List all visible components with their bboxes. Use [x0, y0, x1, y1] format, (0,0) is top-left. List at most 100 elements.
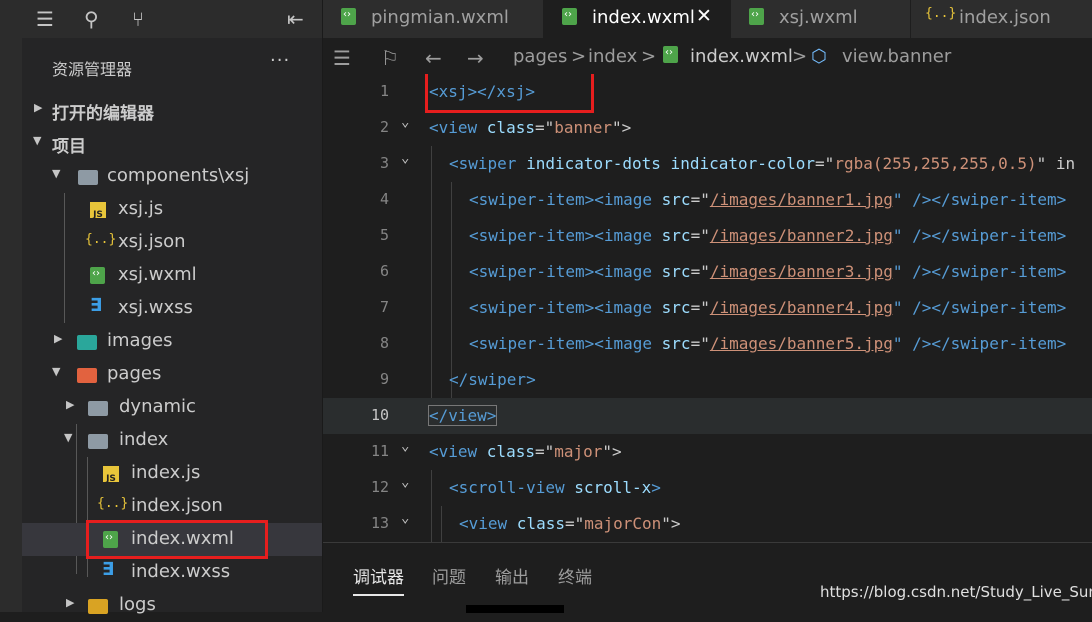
- line-number: 2: [379, 118, 389, 136]
- explorer-more-button[interactable]: ···: [270, 50, 290, 71]
- section-open-editors[interactable]: ▶ 打开的编辑器: [22, 94, 322, 127]
- tree-item-file[interactable]: ∃ index.wxss: [22, 556, 322, 589]
- tree-item-label: xsj.json: [118, 231, 186, 252]
- chevron-down-icon: ▼: [33, 134, 42, 147]
- tab-label: index.json: [959, 7, 1051, 28]
- tree-item-file[interactable]: {..} index.json: [22, 490, 322, 523]
- code-line: 3 ⌄ <swiper indicator-dots indicator-col…: [323, 146, 1092, 182]
- tree-item-file[interactable]: JS xsj.js: [22, 193, 322, 226]
- bookmark-icon[interactable]: ⚐: [381, 46, 399, 70]
- json-file-icon: {..}: [925, 6, 957, 21]
- code-line: 6 <swiper-item><image src="/images/banne…: [323, 254, 1092, 290]
- line-number: 4: [379, 190, 389, 208]
- line-number: 12: [370, 478, 389, 496]
- close-icon[interactable]: ✕: [696, 5, 712, 27]
- tab-debugger[interactable]: 调试器: [353, 563, 404, 596]
- line-number: 1: [379, 82, 389, 100]
- chevron-right-icon: ▶: [66, 398, 75, 411]
- tree-item-folder[interactable]: ▶ dynamic: [22, 391, 322, 424]
- wxml-file-icon: [663, 46, 678, 63]
- tree-item-label: index: [119, 429, 169, 450]
- tree-item-file[interactable]: JS index.js: [22, 457, 322, 490]
- forward-arrow-icon[interactable]: →: [467, 46, 484, 70]
- folder-icon: [78, 170, 98, 185]
- tree-item-file[interactable]: xsj.wxml: [22, 259, 322, 292]
- breadcrumb-pages[interactable]: pages: [513, 46, 567, 67]
- wxml-file-icon: [90, 267, 105, 284]
- line-number: 11: [370, 442, 389, 460]
- chevron-down-icon[interactable]: ⌄: [401, 114, 409, 130]
- tab-xsj-wxml[interactable]: xsj.wxml: [731, 0, 911, 38]
- chevron-right-icon: ▶: [66, 596, 75, 609]
- json-file-icon: {..}: [97, 496, 129, 511]
- section-label: 项目: [52, 137, 86, 157]
- tree-item-file[interactable]: ∃ xsj.wxss: [22, 292, 322, 325]
- code-editor[interactable]: 1 <xsj></xsj> 2 ⌄ <view class="banner"> …: [323, 74, 1092, 542]
- tree-item-folder[interactable]: ▼ components\xsj: [22, 160, 322, 193]
- section-project[interactable]: ▼ 项目: [22, 127, 322, 160]
- sidebar-toolbar: ☰ ⚲ ⑂ ⇤: [22, 0, 322, 38]
- code-text: </swiper>: [449, 370, 536, 389]
- tree-item-folder[interactable]: ▶ logs: [22, 589, 322, 622]
- line-number: 5: [379, 226, 389, 244]
- tree-item-label: xsj.wxss: [118, 297, 193, 318]
- breadcrumb-index[interactable]: index: [588, 46, 637, 67]
- editor-tab-bar: pingmian.wxml index.wxml ✕ xsj.wxml {..}…: [323, 0, 1092, 38]
- section-label: 打开的编辑器: [52, 104, 154, 124]
- code-line: 8 <swiper-item><image src="/images/banne…: [323, 326, 1092, 362]
- line-number: 13: [370, 514, 389, 532]
- tab-label: index.wxml: [592, 7, 695, 28]
- search-icon[interactable]: ⚲: [84, 7, 99, 31]
- tree-item-folder[interactable]: ▶ images: [22, 325, 322, 358]
- tab-terminal[interactable]: 终端: [558, 563, 592, 588]
- code-text: <view class="majorCon">: [459, 514, 681, 533]
- code-text: <swiper-item><image src="/images/banner4…: [469, 298, 1067, 317]
- watermark-text: https://blog.csdn.net/Study_Live_Sun: [820, 583, 1092, 601]
- tab-label: xsj.wxml: [779, 7, 858, 28]
- chevron-down-icon[interactable]: ⌄: [401, 474, 409, 490]
- breadcrumb-separator: >: [792, 46, 808, 67]
- back-arrow-icon[interactable]: ←: [425, 46, 442, 70]
- line-number: 10: [370, 406, 389, 424]
- line-number: 6: [379, 262, 389, 280]
- code-text: <swiper-item><image src="/images/banner5…: [469, 334, 1067, 353]
- code-line: 9 </swiper>: [323, 362, 1092, 398]
- tree-item-folder[interactable]: ▼ index: [22, 424, 322, 457]
- code-text: <swiper-item><image src="/images/banner1…: [469, 190, 1067, 209]
- breadcrumb-symbol[interactable]: view.banner: [842, 46, 951, 67]
- code-line: 5 <swiper-item><image src="/images/banne…: [323, 218, 1092, 254]
- tree-item-file[interactable]: {..} xsj.json: [22, 226, 322, 259]
- chevron-down-icon[interactable]: ⌄: [401, 150, 409, 166]
- images-folder-icon: [77, 335, 97, 350]
- folder-icon: [88, 401, 108, 416]
- line-number: 9: [379, 370, 389, 388]
- tree-item-label: images: [107, 330, 173, 351]
- tree-item-label: pages: [107, 363, 162, 384]
- code-line: 11 ⌄ <view class="major">: [323, 434, 1092, 470]
- line-number: 3: [379, 154, 389, 172]
- list-icon[interactable]: ☰: [36, 7, 54, 31]
- code-text: </view>: [427, 405, 498, 426]
- bottom-panel: 调试器 问题 输出 终端 https://blog.csdn.net/Study…: [323, 542, 1092, 613]
- highlight-box-selected-file: [86, 520, 268, 559]
- outline-icon[interactable]: ☰: [333, 46, 351, 70]
- breadcrumb-separator: >: [641, 46, 657, 67]
- breadcrumb-file[interactable]: index.wxml: [690, 46, 793, 67]
- tab-pingmian-wxml[interactable]: pingmian.wxml: [323, 0, 544, 38]
- tab-output[interactable]: 输出: [495, 563, 529, 588]
- code-line: 7 <swiper-item><image src="/images/banne…: [323, 290, 1092, 326]
- collapse-sidebar-icon[interactable]: ⇤: [287, 7, 304, 31]
- chevron-down-icon[interactable]: ⌄: [401, 510, 409, 526]
- folder-open-icon: [88, 434, 108, 449]
- source-control-icon[interactable]: ⑂: [132, 7, 144, 31]
- js-file-icon: JS: [103, 466, 119, 484]
- tab-index-json[interactable]: {..} index.json: [911, 0, 1092, 38]
- tab-index-wxml[interactable]: index.wxml ✕: [544, 0, 731, 38]
- code-text: <swiper-item><image src="/images/banner3…: [469, 262, 1067, 281]
- tab-problems[interactable]: 问题: [432, 563, 466, 588]
- tree-item-folder[interactable]: ▼ pages: [22, 358, 322, 391]
- wxml-file-icon: [562, 8, 577, 25]
- code-line-current: 10 </view>: [323, 398, 1092, 434]
- chevron-down-icon[interactable]: ⌄: [401, 438, 409, 454]
- tree-item-label: xsj.js: [118, 198, 164, 219]
